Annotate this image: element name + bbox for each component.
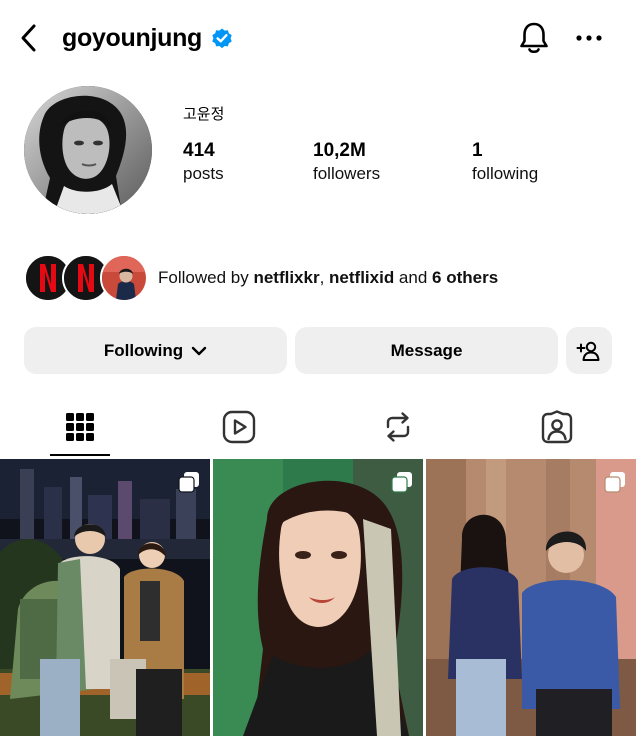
- followed-by-text: Followed by netflixkr, netflixid and 6 o…: [158, 268, 498, 288]
- chevron-left-icon: [21, 24, 36, 52]
- following-button-label: Following: [103, 340, 184, 360]
- posts-stat[interactable]: 414 posts: [183, 140, 224, 186]
- grid-icon: [65, 413, 94, 441]
- post-thumbnail[interactable]: [426, 459, 636, 736]
- back-button[interactable]: [14, 20, 44, 56]
- following-button[interactable]: Following: [24, 327, 287, 374]
- posts-count: 414: [183, 140, 215, 161]
- profile-avatar[interactable]: [24, 86, 152, 214]
- more-horizontal-icon: [576, 35, 602, 41]
- username-title: goyounjung: [62, 20, 234, 56]
- followed-by-separator: ,: [319, 268, 330, 287]
- followers-count: 10,2M: [313, 140, 366, 161]
- multiple-photos-icon: [604, 472, 625, 493]
- tab-posts-grid[interactable]: [0, 397, 159, 457]
- message-button-label: Message: [390, 340, 463, 360]
- following-count: 1: [472, 140, 483, 161]
- following-label: following: [472, 164, 539, 183]
- mutual-user-2[interactable]: netflixid: [329, 268, 394, 287]
- more-options-button[interactable]: [572, 22, 606, 54]
- post-thumbnail[interactable]: [0, 459, 210, 736]
- posts-label: posts: [183, 164, 224, 183]
- followed-by-and: and: [394, 268, 433, 287]
- followed-by-row[interactable]: Followed by netflixkr, netflixid and 6 o…: [24, 254, 498, 302]
- followed-by-prefix: Followed by: [158, 268, 254, 287]
- mutual-avatars: [24, 254, 148, 302]
- add-person-icon: [576, 341, 600, 361]
- username: goyounjung: [62, 23, 203, 52]
- followers-label: followers: [313, 164, 381, 183]
- multiple-photos-icon: [178, 472, 199, 493]
- posts-grid: [0, 459, 636, 736]
- top-bar: goyounjung: [0, 0, 636, 78]
- followers-stat[interactable]: 10,2M followers: [313, 140, 380, 186]
- reels-icon: [222, 410, 255, 444]
- mutual-user-avatar: [100, 254, 148, 302]
- tab-reposts[interactable]: [318, 397, 477, 457]
- suggest-people-button[interactable]: [566, 327, 612, 374]
- active-tab-indicator: [50, 454, 110, 456]
- verified-badge-icon: [210, 26, 234, 50]
- reposts-icon: [386, 412, 409, 442]
- multiple-photos-icon: [391, 472, 412, 493]
- bell-icon: [520, 22, 548, 54]
- profile-tabs: [0, 397, 636, 457]
- tab-tagged[interactable]: [477, 397, 636, 457]
- following-stat[interactable]: 1 following: [472, 140, 538, 186]
- chevron-down-icon: [191, 346, 207, 355]
- notifications-button[interactable]: [515, 18, 553, 58]
- post-thumbnail[interactable]: [213, 459, 423, 736]
- mutual-others[interactable]: 6 others: [432, 268, 498, 287]
- tab-reels[interactable]: [159, 397, 318, 457]
- message-button[interactable]: Message: [295, 327, 558, 374]
- mutual-user-1[interactable]: netflixkr: [253, 268, 319, 287]
- full-name: 고윤정: [183, 105, 225, 123]
- tagged-icon: [541, 410, 572, 444]
